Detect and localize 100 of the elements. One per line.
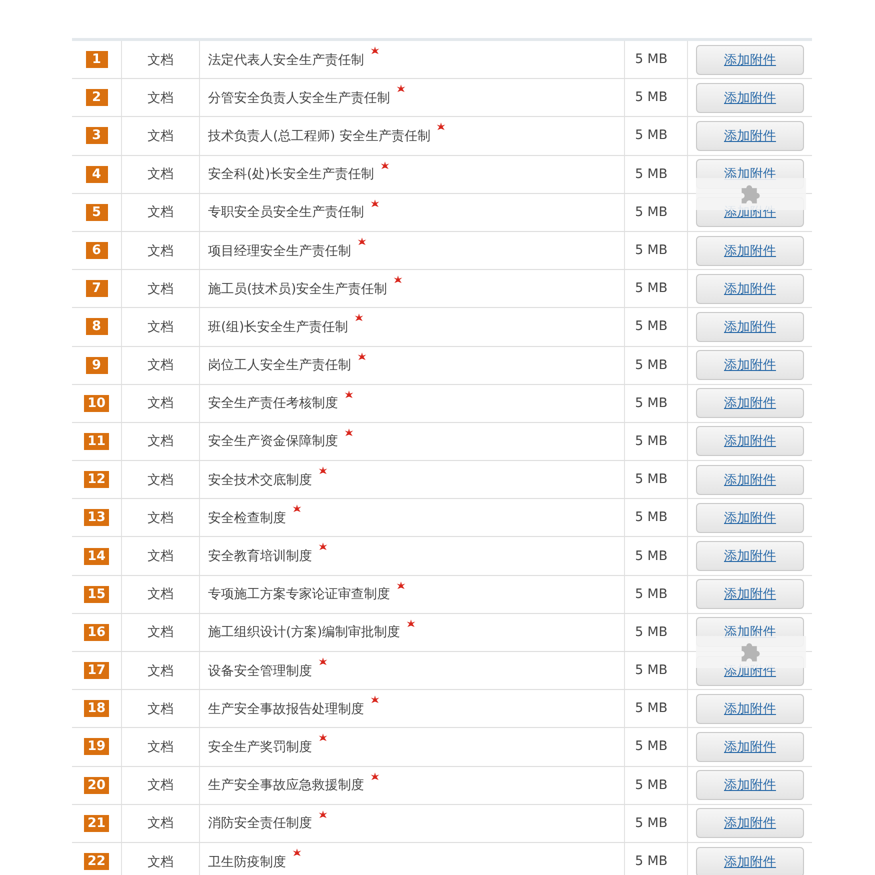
add-attachment-button[interactable]: 添加附件 (696, 694, 804, 724)
file-type: 文档 (148, 395, 174, 412)
file-size: 5 MB (635, 854, 668, 870)
document-name: 分管安全负责人安全生产责任制 (208, 90, 390, 107)
row-number: 20 (84, 776, 109, 794)
row-number: 6 (86, 242, 108, 260)
row-number: 16 (84, 624, 109, 641)
row-number: 18 (84, 700, 109, 718)
file-size: 5 MB (635, 281, 668, 296)
add-attachment-button[interactable]: 添加附件 (696, 274, 804, 304)
file-size: 5 MB (635, 166, 668, 182)
document-name: 安全技术交底制度 (208, 472, 312, 489)
row-number: 15 (84, 586, 109, 603)
file-type: 文档 (148, 357, 174, 374)
file-type: 文档 (148, 472, 174, 489)
row-number: 19 (84, 738, 109, 756)
document-name: 卫生防疫制度 (208, 854, 286, 871)
row-number: 2 (86, 89, 108, 106)
file-size: 5 MB (635, 586, 668, 602)
add-attachment-button[interactable]: 添加附件 (696, 388, 804, 418)
add-attachment-button[interactable]: 添加附件 (696, 579, 804, 610)
row-number: 22 (84, 853, 109, 870)
file-size: 5 MB (635, 243, 668, 258)
add-attachment-button[interactable]: 添加附件 (696, 464, 804, 495)
file-type: 文档 (148, 586, 174, 604)
file-size: 5 MB (635, 90, 668, 106)
row-number: 12 (84, 471, 109, 488)
add-attachment-button[interactable]: 添加附件 (696, 502, 804, 533)
document-name: 施工员(技术员)安全生产责任制 (208, 280, 388, 298)
document-name: 安全教育培训制度 (208, 548, 312, 566)
file-size: 5 MB (635, 624, 668, 640)
document-name: 施工组织设计(方案)编制审批制度 (208, 624, 400, 642)
document-name: 专职安全员安全生产责任制 (208, 204, 364, 222)
file-type: 文档 (148, 548, 174, 566)
file-type: 文档 (148, 166, 174, 184)
file-type: 文档 (148, 204, 174, 222)
add-attachment-button[interactable]: 添加附件 (696, 44, 804, 75)
file-size: 5 MB (635, 778, 668, 793)
add-attachment-button[interactable]: 添加附件 (696, 350, 804, 380)
add-attachment-button[interactable]: 添加附件 (696, 82, 804, 113)
file-size: 5 MB (635, 739, 668, 754)
file-size: 5 MB (635, 548, 668, 564)
row-number: 14 (84, 548, 109, 565)
row-number: 7 (86, 280, 108, 298)
file-type: 文档 (148, 815, 174, 832)
document-name: 专项施工方案专家论证审查制度 (208, 586, 390, 604)
row-number: 17 (84, 662, 109, 680)
file-type: 文档 (148, 854, 174, 871)
row-number: 1 (86, 51, 108, 68)
row-number: 21 (84, 814, 109, 832)
file-size: 5 MB (635, 358, 668, 373)
row-number: 4 (86, 166, 108, 183)
file-size: 5 MB (635, 319, 668, 334)
file-size: 5 MB (635, 816, 668, 831)
add-attachment-button[interactable]: 添加附件 (696, 236, 804, 266)
file-type: 文档 (148, 318, 174, 336)
add-attachment-button[interactable]: 添加附件 (696, 541, 804, 572)
file-type: 文档 (148, 738, 174, 756)
file-size: 5 MB (635, 663, 668, 678)
file-type: 文档 (148, 128, 174, 145)
file-size: 5 MB (635, 701, 668, 716)
row-number: 10 (84, 394, 109, 412)
add-attachment-button[interactable]: 添加附件 (696, 846, 804, 875)
file-size: 5 MB (635, 510, 668, 526)
add-attachment-button[interactable]: 添加附件 (696, 120, 804, 151)
document-name: 班(组)长安全生产责任制 (208, 318, 348, 336)
file-type: 文档 (148, 280, 174, 298)
file-type: 文档 (148, 52, 174, 69)
file-type: 文档 (148, 662, 174, 680)
document-name: 生产安全事故应急救援制度 (208, 777, 364, 794)
add-attachment-button[interactable]: 添加附件 (696, 732, 804, 762)
document-name: 消防安全责任制度 (208, 815, 312, 832)
add-attachment-button[interactable]: 添加附件 (696, 808, 804, 838)
document-name: 安全生产资金保障制度 (208, 433, 338, 450)
add-attachment-button[interactable]: 添加附件 (696, 312, 804, 342)
add-attachment-button[interactable]: 添加附件 (696, 426, 804, 456)
file-size: 5 MB (635, 396, 668, 411)
file-size: 5 MB (635, 52, 668, 68)
document-name: 生产安全事故报告处理制度 (208, 700, 364, 718)
file-size: 5 MB (635, 128, 668, 144)
row-number: 11 (84, 432, 109, 450)
file-size: 5 MB (635, 204, 668, 220)
document-name: 技术负责人(总工程师) 安全生产责任制 (208, 128, 430, 145)
document-name: 法定代表人安全生产责任制 (208, 52, 364, 69)
file-size: 5 MB (635, 434, 668, 449)
row-number: 8 (86, 318, 108, 336)
document-name: 岗位工人安全生产责任制 (208, 357, 351, 374)
document-name: 安全生产责任考核制度 (208, 395, 338, 412)
add-attachment-button[interactable]: 添加附件 (696, 770, 804, 800)
document-name: 安全生产奖罚制度 (208, 738, 312, 756)
row-number: 3 (86, 127, 108, 144)
file-type: 文档 (148, 433, 174, 450)
row-number: 9 (86, 356, 108, 374)
document-name: 安全科(处)长安全生产责任制 (208, 166, 374, 184)
file-type: 文档 (148, 242, 174, 260)
document-name: 安全检查制度 (208, 510, 286, 527)
file-type: 文档 (148, 624, 174, 642)
row-number: 5 (86, 204, 108, 221)
file-size: 5 MB (635, 472, 668, 488)
document-name: 设备安全管理制度 (208, 662, 312, 680)
